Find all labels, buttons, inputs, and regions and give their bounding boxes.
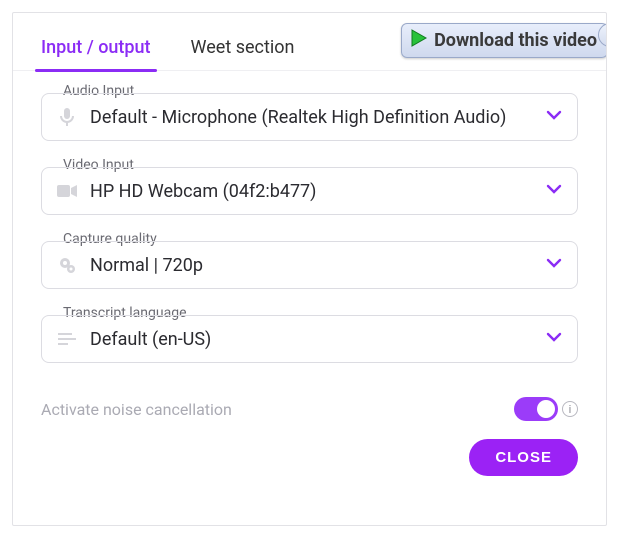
chevron-down-icon [545, 328, 563, 350]
info-icon[interactable]: i [562, 401, 578, 417]
tabs-bar: Input / output Weet section Download thi… [13, 13, 606, 70]
capture-quality-value: Normal | 720p [90, 255, 545, 276]
noise-cancellation-toggle[interactable] [514, 397, 558, 421]
transcript-language-select[interactable]: Default (en-US) [41, 315, 578, 363]
gear-icon [56, 256, 78, 274]
audio-input-select[interactable]: Default - Microphone (Realtek High Defin… [41, 93, 578, 141]
close-button[interactable]: CLOSE [469, 439, 578, 476]
camera-icon [56, 184, 78, 198]
capture-quality-select[interactable]: Normal | 720p [41, 241, 578, 289]
download-video-button[interactable]: Download this video [401, 23, 607, 58]
fields-area: Audio Input Default - Microphone (Realte… [13, 71, 606, 363]
settings-panel: Input / output Weet section Download thi… [12, 12, 607, 526]
footer: CLOSE [13, 421, 606, 476]
noise-cancellation-label: Activate noise cancellation [41, 400, 514, 419]
video-input-value: HP HD Webcam (04f2:b477) [90, 181, 545, 202]
list-icon [56, 332, 78, 346]
audio-input-field: Audio Input Default - Microphone (Realte… [41, 93, 578, 141]
chevron-down-icon [545, 180, 563, 202]
download-video-label: Download this video [434, 30, 597, 51]
microphone-icon [56, 107, 78, 127]
noise-cancellation-row: Activate noise cancellation i [13, 389, 606, 421]
tab-weet-section[interactable]: Weet section [191, 31, 295, 70]
video-input-field: Video Input HP HD Webcam (04f2:b477) [41, 167, 578, 215]
chevron-down-icon [545, 254, 563, 276]
play-icon [408, 28, 434, 53]
transcript-language-field: Transcript language Default (en-US) [41, 315, 578, 363]
video-input-select[interactable]: HP HD Webcam (04f2:b477) [41, 167, 578, 215]
chevron-down-icon [545, 106, 563, 128]
audio-input-value: Default - Microphone (Realtek High Defin… [90, 107, 545, 128]
capture-quality-field: Capture quality Normal | 720p [41, 241, 578, 289]
transcript-language-value: Default (en-US) [90, 329, 545, 350]
tab-input-output[interactable]: Input / output [41, 31, 151, 70]
